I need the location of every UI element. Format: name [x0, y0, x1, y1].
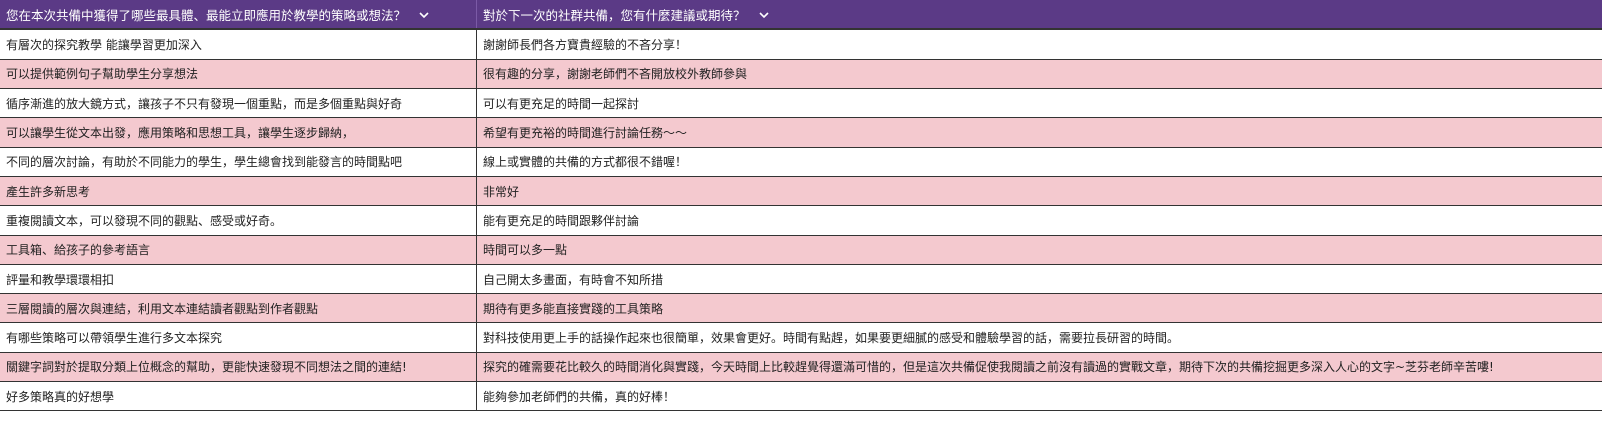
- table-cell: 能夠參加老師們的共備，真的好棒！: [476, 381, 1602, 412]
- table-cell: 評量和教學環環相扣: [0, 264, 477, 295]
- table-row: 產生許多新思考 非常好: [0, 176, 1602, 207]
- table-cell: 不同的層次討論，有助於不同能力的學生，學生總會找到能發言的時間點吧: [0, 147, 477, 177]
- table-cell: 謝謝師長們各方寶貴經驗的不吝分享！: [476, 30, 1602, 60]
- table-cell: 對科技使用更上手的話操作起來也很簡單，效果會更好。時間有點趕，如果要更細膩的感受…: [476, 322, 1602, 353]
- table-cell: 三層閱讀的層次與連結，利用文本連結讀者觀點到作者觀點: [0, 293, 477, 324]
- table-cell: 非常好: [476, 176, 1602, 207]
- table-row: 可以提供範例句子幫助學生分享想法 很有趣的分享，謝謝老師們不吝開放校外教師參與: [0, 59, 1602, 90]
- table-row: 三層閱讀的層次與連結，利用文本連結讀者觀點到作者觀點 期待有更多能直接實踐的工具策…: [0, 293, 1602, 324]
- column-header-suggestions[interactable]: 對於下一次的社群共備，您有什麼建議或期待？: [477, 0, 1602, 28]
- table-row: 有哪些策略可以帶領學生進行多文本探究 對科技使用更上手的話操作起來也很簡單，效果會…: [0, 322, 1602, 353]
- column-header-label: 對於下一次的社群共備，您有什麼建議或期待？: [483, 7, 746, 23]
- table-row: 評量和教學環環相扣 自己開太多畫面，有時會不知所措: [0, 264, 1602, 295]
- table-cell: 工具箱、給孩子的參考語言: [0, 235, 477, 265]
- table-cell: 線上或實體的共備的方式都很不錯喔！: [476, 147, 1602, 177]
- table-row: 重複閱讀文本，可以發現不同的觀點、感受或好奇。 能有更充足的時間跟夥伴討論: [0, 205, 1602, 236]
- table-cell: 時間可以多一點: [476, 235, 1602, 265]
- table-cell: 產生許多新思考: [0, 176, 477, 207]
- table-cell: 循序漸進的放大鏡方式，讓孩子不只有發現一個重點，而是多個重點與好奇: [0, 88, 477, 119]
- table-row: 不同的層次討論，有助於不同能力的學生，學生總會找到能發言的時間點吧 線上或實體的共…: [0, 147, 1602, 177]
- table-row: 有層次的探究教學 能讓學習更加深入 謝謝師長們各方寶貴經驗的不吝分享！: [0, 30, 1602, 60]
- column-header-strategies[interactable]: 您在本次共備中獲得了哪些最具體、最能立即應用於教學的策略或想法？: [0, 0, 477, 28]
- table-cell: 期待有更多能直接實踐的工具策略: [476, 293, 1602, 324]
- table-cell: 關鍵字詞對於提取分類上位概念的幫助，更能快速發現不同想法之間的連結!: [0, 352, 477, 383]
- table-cell: 探究的確需要花比較久的時間消化與實踐，今天時間上比較趕覺得還滿可惜的，但是這次共…: [476, 352, 1602, 383]
- table-cell: 能有更充足的時間跟夥伴討論: [476, 205, 1602, 236]
- chevron-down-icon[interactable]: [758, 9, 770, 24]
- table-cell: 有層次的探究教學 能讓學習更加深入: [0, 30, 477, 60]
- table-cell: 自己開太多畫面，有時會不知所措: [476, 264, 1602, 295]
- table-row: 可以讓學生從文本出發，應用策略和思想工具，讓學生逐步歸納， 希望有更充裕的時間進行…: [0, 117, 1602, 148]
- table-row: 好多策略真的好想學 能夠參加老師們的共備，真的好棒！: [0, 381, 1602, 412]
- table-cell: 可以提供範例句子幫助學生分享想法: [0, 59, 477, 90]
- table-row: 循序漸進的放大鏡方式，讓孩子不只有發現一個重點，而是多個重點與好奇 可以有更充足的…: [0, 88, 1602, 119]
- table-cell: 可以讓學生從文本出發，應用策略和思想工具，讓學生逐步歸納，: [0, 117, 477, 148]
- chevron-down-icon[interactable]: [418, 9, 430, 24]
- responses-table: 您在本次共備中獲得了哪些最具體、最能立即應用於教學的策略或想法？ 對於下一次的社…: [0, 0, 1602, 412]
- header-row: 您在本次共備中獲得了哪些最具體、最能立即應用於教學的策略或想法？ 對於下一次的社…: [0, 0, 1602, 28]
- table-cell: 希望有更充裕的時間進行討論任務～～: [476, 117, 1602, 148]
- table-cell: 有哪些策略可以帶領學生進行多文本探究: [0, 322, 477, 353]
- table-row: 工具箱、給孩子的參考語言 時間可以多一點: [0, 235, 1602, 265]
- table-cell: 很有趣的分享，謝謝老師們不吝開放校外教師參與: [476, 59, 1602, 90]
- table-cell: 可以有更充足的時間一起探討: [476, 88, 1602, 119]
- column-header-label: 您在本次共備中獲得了哪些最具體、最能立即應用於教學的策略或想法？: [6, 7, 407, 23]
- table-cell: 重複閱讀文本，可以發現不同的觀點、感受或好奇。: [0, 205, 477, 236]
- table-cell: 好多策略真的好想學: [0, 381, 477, 412]
- table-row: 關鍵字詞對於提取分類上位概念的幫助，更能快速發現不同想法之間的連結! 探究的確需要…: [0, 352, 1602, 383]
